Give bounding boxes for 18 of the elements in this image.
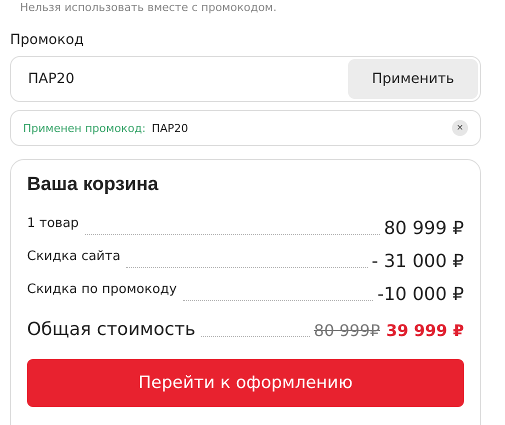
note-text: Нельзя использовать вместе с промокодом.: [20, 1, 278, 14]
row-value: 80 999 ₽: [384, 218, 464, 241]
row-value: - 31 000 ₽: [372, 251, 464, 274]
total-price: 39 999 ₽: [386, 321, 464, 342]
remove-button[interactable]: ×: [452, 120, 468, 136]
cart-title: Ваша корзина: [27, 174, 160, 196]
applied-code: ПАР20: [152, 122, 190, 134]
applied-label: Применен промокод:: [23, 122, 146, 134]
row-value: -10 000 ₽: [377, 284, 464, 307]
old-price: 80 999₽: [314, 321, 380, 342]
promo-label: Промокод: [10, 32, 85, 48]
row-label: Скидка по промокоду: [27, 282, 177, 299]
promo-field[interactable]: ПАР20 Применить: [10, 56, 481, 102]
apply-button[interactable]: Применить: [348, 59, 478, 99]
row-label: Скидка сайта: [27, 249, 120, 266]
row-label: 1 товар: [27, 216, 79, 233]
total-label: Общая стоимость: [27, 319, 196, 342]
checkout-button[interactable]: Перейти к оформлению: [27, 359, 464, 407]
